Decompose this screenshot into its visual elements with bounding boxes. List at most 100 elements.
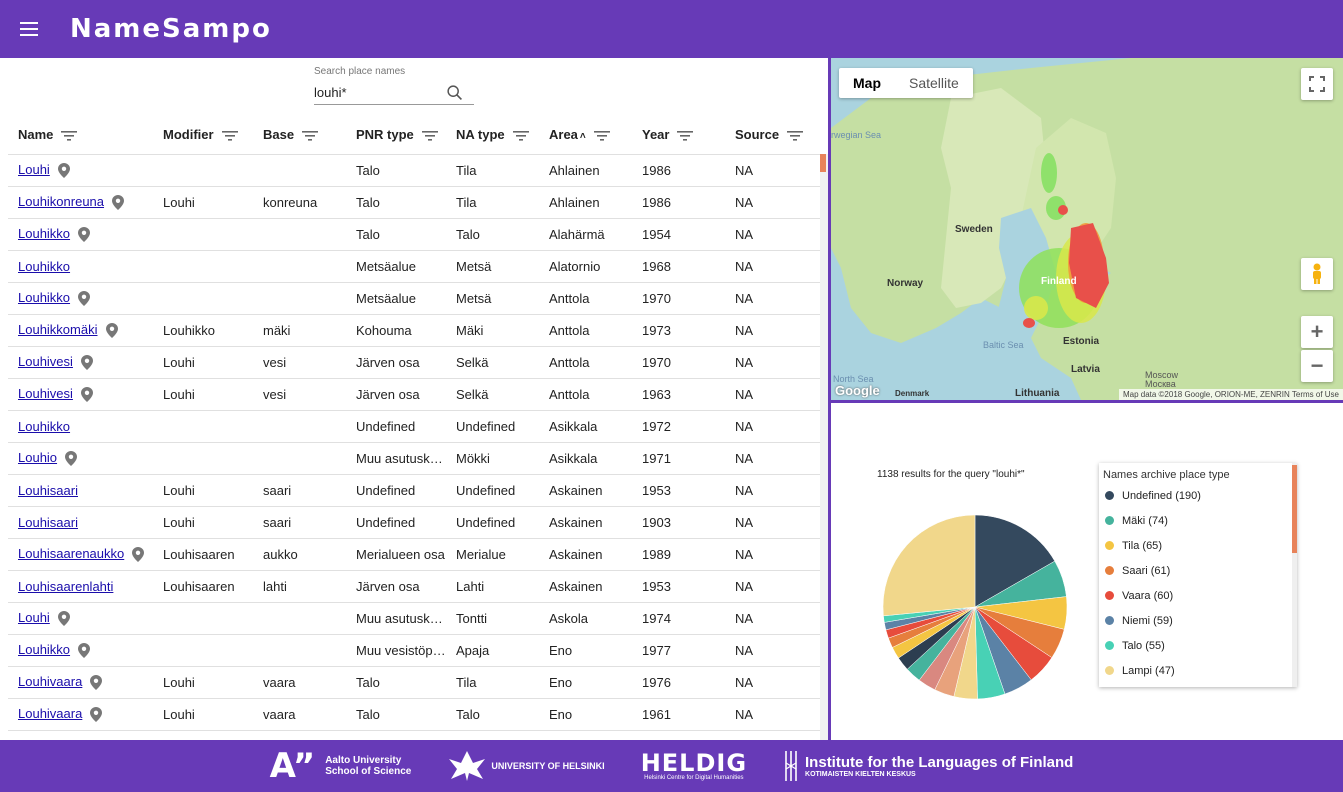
search-input[interactable] bbox=[314, 85, 444, 100]
legend-item[interactable]: Talo (55) bbox=[1099, 633, 1297, 658]
chart-legend[interactable]: Names archive place type Undefined (190)… bbox=[1099, 463, 1297, 687]
map-label: Latvia bbox=[1071, 364, 1100, 375]
place-name-link[interactable]: Louhi bbox=[18, 162, 50, 177]
place-name-link[interactable]: Louhisaari bbox=[18, 483, 78, 498]
cell-base: aukko bbox=[253, 538, 346, 571]
legend-item[interactable]: Undefined (190) bbox=[1099, 483, 1297, 508]
place-name-link[interactable]: Louhikko bbox=[18, 419, 70, 434]
place-name-link[interactable]: Louhikko bbox=[18, 642, 70, 657]
place-name-link[interactable]: Louhivaara bbox=[18, 706, 82, 721]
map-pin-icon[interactable] bbox=[90, 675, 103, 691]
cell-name: Louhikonreuna bbox=[8, 186, 153, 219]
aalto-mark: A” bbox=[269, 746, 316, 786]
map-pin-icon[interactable] bbox=[112, 195, 125, 211]
kotus-logo[interactable]: Institute for the Languages of Finland K… bbox=[783, 751, 1073, 781]
legend-item[interactable]: Vaara (60) bbox=[1099, 583, 1297, 608]
place-name-link[interactable]: Louhisaarenaukko bbox=[18, 546, 124, 561]
map-pin-icon[interactable] bbox=[78, 227, 91, 243]
place-name-link[interactable]: Louhikko bbox=[18, 290, 70, 305]
cell-base: mäki bbox=[253, 314, 346, 347]
map-label: Finland bbox=[1041, 276, 1077, 287]
column-header-label: Base bbox=[263, 127, 295, 143]
pegman-button[interactable] bbox=[1301, 258, 1333, 290]
map-type-map-button[interactable]: Map bbox=[839, 68, 895, 98]
search-icon[interactable] bbox=[444, 82, 466, 104]
map-pin-icon[interactable] bbox=[132, 547, 145, 563]
table-scrollbar[interactable] bbox=[820, 154, 828, 740]
legend-scrollbar-thumb[interactable] bbox=[1292, 465, 1297, 553]
cell-area: Eno bbox=[539, 666, 632, 699]
place-name-link[interactable]: Louhikonreuna bbox=[18, 194, 104, 209]
column-header[interactable]: Name bbox=[8, 116, 153, 155]
column-header[interactable]: NA type bbox=[446, 116, 539, 155]
column-header[interactable]: Source bbox=[725, 116, 824, 155]
place-name-link[interactable]: Louhivaara bbox=[18, 674, 82, 689]
cell-name: Louhisaari bbox=[8, 474, 153, 507]
map-pin-icon[interactable] bbox=[90, 707, 103, 723]
map-pin-icon[interactable] bbox=[57, 611, 70, 627]
cell-na: Selkä bbox=[446, 346, 539, 379]
legend-label: Talo bbox=[1122, 639, 1143, 652]
column-header[interactable]: Area ˄ bbox=[539, 116, 632, 155]
filter-icon[interactable] bbox=[302, 130, 319, 141]
column-header[interactable]: Modifier bbox=[153, 116, 253, 155]
legend-item[interactable]: Niemi (59) bbox=[1099, 608, 1297, 633]
place-name-link[interactable]: Louhikko bbox=[18, 259, 70, 274]
legend-item[interactable]: Saari (61) bbox=[1099, 558, 1297, 583]
zoom-out-button[interactable]: − bbox=[1301, 350, 1333, 382]
app-title[interactable]: NameSampo bbox=[70, 14, 272, 44]
heldig-text: HELDIG bbox=[640, 749, 748, 777]
cell-na: Undefined bbox=[446, 506, 539, 539]
map-pin-icon[interactable] bbox=[80, 355, 93, 371]
filter-icon[interactable] bbox=[421, 130, 438, 141]
filter-icon[interactable] bbox=[61, 130, 78, 141]
legend-color-dot bbox=[1105, 666, 1114, 675]
legend-item[interactable]: Mäki (74) bbox=[1099, 508, 1297, 533]
legend-item[interactable]: Tila (65) bbox=[1099, 533, 1297, 558]
table-scrollbar-thumb[interactable] bbox=[820, 154, 826, 172]
place-name-link[interactable]: Louhisaari bbox=[18, 515, 78, 530]
filter-icon[interactable] bbox=[512, 130, 529, 141]
uh-logo[interactable]: UNIVERSITY OF HELSINKI bbox=[447, 749, 605, 783]
zoom-in-button[interactable]: + bbox=[1301, 316, 1333, 348]
fullscreen-button[interactable] bbox=[1301, 68, 1333, 100]
map-pin-icon[interactable] bbox=[78, 643, 91, 659]
cell-year: 1968 bbox=[632, 250, 725, 283]
pie-slice[interactable] bbox=[882, 514, 976, 617]
legend-item[interactable]: Lampi (47) bbox=[1099, 658, 1297, 683]
map-background bbox=[831, 58, 1343, 400]
place-name-link[interactable]: Louhikkomäki bbox=[18, 322, 98, 337]
aalto-logo[interactable]: A” Aalto University School of Science bbox=[270, 746, 412, 786]
column-header[interactable]: PNR type bbox=[346, 116, 446, 155]
place-name-link[interactable]: Louhisaarenlahti bbox=[18, 579, 113, 594]
map[interactable]: Map Satellite + − rwegian Sea Sweden Nor… bbox=[831, 58, 1343, 400]
legend-label: Lampi bbox=[1122, 664, 1152, 677]
cell-year: 1970 bbox=[632, 346, 725, 379]
uh-text: UNIVERSITY OF HELSINKI bbox=[491, 761, 605, 771]
place-name-link[interactable]: Louhio bbox=[18, 450, 57, 465]
map-pin-icon[interactable] bbox=[57, 163, 70, 179]
heldig-logo[interactable]: HELDIG Helsinki Centre for Digital Human… bbox=[641, 751, 747, 781]
column-header[interactable]: Base bbox=[253, 116, 346, 155]
cell-pnr: Metsäalue bbox=[346, 282, 446, 315]
cell-na: Tila bbox=[446, 666, 539, 699]
menu-button[interactable] bbox=[0, 0, 58, 58]
place-name-link[interactable]: Louhivesi bbox=[18, 386, 73, 401]
map-pin-icon[interactable] bbox=[78, 291, 91, 307]
place-name-link[interactable]: Louhi bbox=[18, 610, 50, 625]
map-pin-icon[interactable] bbox=[65, 451, 78, 467]
kotus-emblem-icon bbox=[785, 751, 797, 781]
filter-icon[interactable] bbox=[221, 130, 238, 141]
map-attribution[interactable]: Map data ©2018 Google, ORION-ME, ZENRIN … bbox=[1118, 389, 1343, 400]
map-pin-icon[interactable] bbox=[80, 387, 93, 403]
column-header[interactable]: Year bbox=[632, 116, 725, 155]
filter-icon[interactable] bbox=[593, 130, 610, 141]
place-name-link[interactable]: Louhivesi bbox=[18, 354, 73, 369]
cell-name: Louhivaara bbox=[8, 666, 153, 699]
map-type-satellite-button[interactable]: Satellite bbox=[895, 68, 973, 98]
map-pin-icon[interactable] bbox=[105, 323, 118, 339]
filter-icon[interactable] bbox=[787, 130, 804, 141]
filter-icon[interactable] bbox=[677, 130, 694, 141]
place-name-link[interactable]: Louhikko bbox=[18, 226, 70, 241]
cell-name: Louhisaari bbox=[8, 506, 153, 539]
